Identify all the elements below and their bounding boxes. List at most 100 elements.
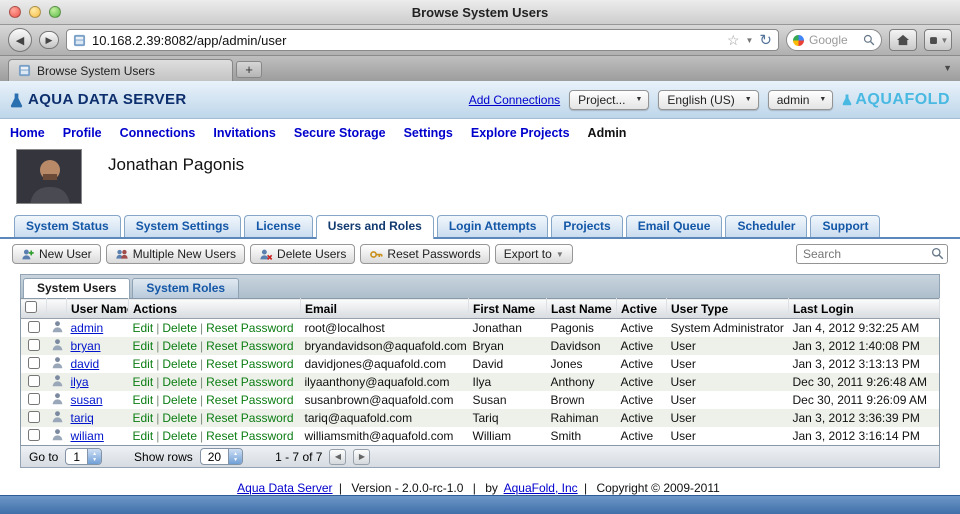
footer-company-link[interactable]: AquaFold, Inc bbox=[504, 481, 578, 495]
username-link[interactable]: tariq bbox=[71, 411, 94, 425]
reset-password-link[interactable]: Reset Password bbox=[206, 321, 293, 335]
back-button[interactable]: ◀ bbox=[8, 28, 32, 52]
username-link[interactable]: admin bbox=[71, 321, 104, 335]
nav-item-connections[interactable]: Connections bbox=[120, 126, 196, 140]
nav-item-invitations[interactable]: Invitations bbox=[213, 126, 276, 140]
row-checkbox[interactable] bbox=[28, 375, 40, 387]
reload-icon[interactable]: ↻ bbox=[759, 33, 772, 48]
footer-version: Version - 2.0.0-rc-1.0 bbox=[351, 481, 463, 495]
tab-system-settings[interactable]: System Settings bbox=[124, 215, 241, 237]
tab-overflow-chevron-icon[interactable]: ▼ bbox=[943, 63, 952, 73]
nav-item-secure-storage[interactable]: Secure Storage bbox=[294, 126, 386, 140]
search-magnifier-icon[interactable] bbox=[863, 34, 875, 46]
delete-users-button[interactable]: Delete Users bbox=[250, 244, 355, 264]
browser-tabstrip: Browse System Users + ▼ bbox=[0, 56, 960, 81]
select-arrows-icon[interactable]: ▲▼ bbox=[228, 449, 242, 464]
tab-scheduler[interactable]: Scheduler bbox=[725, 215, 807, 237]
export-to-button[interactable]: Export to ▼ bbox=[495, 244, 573, 264]
reset-password-link[interactable]: Reset Password bbox=[206, 429, 293, 443]
google-search-field[interactable]: Google bbox=[786, 29, 882, 51]
forward-button[interactable]: ▶ bbox=[39, 31, 59, 49]
select-all-checkbox[interactable] bbox=[25, 301, 37, 313]
edit-link[interactable]: Edit bbox=[133, 411, 154, 425]
reset-passwords-button[interactable]: Reset Passwords bbox=[360, 244, 489, 264]
first-name-cell: Susan bbox=[469, 391, 547, 409]
user-type-cell: User bbox=[667, 355, 789, 373]
tab-projects[interactable]: Projects bbox=[551, 215, 622, 237]
reset-password-link[interactable]: Reset Password bbox=[206, 375, 293, 389]
delete-link[interactable]: Delete bbox=[162, 321, 197, 335]
zoom-window-button[interactable] bbox=[49, 6, 61, 18]
subtab-system-users[interactable]: System Users bbox=[23, 278, 130, 298]
last-name-cell: Anthony bbox=[547, 373, 617, 391]
nav-item-admin[interactable]: Admin bbox=[588, 126, 627, 140]
user-select[interactable]: admin ▼ bbox=[768, 90, 834, 110]
show-rows-select[interactable]: 20 ▲▼ bbox=[200, 448, 243, 465]
delete-link[interactable]: Delete bbox=[162, 411, 197, 425]
language-select[interactable]: English (US) ▼ bbox=[658, 90, 758, 110]
row-checkbox[interactable] bbox=[28, 321, 40, 333]
edit-link[interactable]: Edit bbox=[133, 321, 154, 335]
footer-product-link[interactable]: Aqua Data Server bbox=[237, 481, 332, 495]
edit-link[interactable]: Edit bbox=[133, 375, 154, 389]
stepper-arrows-icon[interactable]: ▲▼ bbox=[87, 449, 101, 464]
reset-password-link[interactable]: Reset Password bbox=[206, 357, 293, 371]
username-link[interactable]: david bbox=[71, 357, 100, 371]
delete-link[interactable]: Delete bbox=[162, 393, 197, 407]
bookmark-star-icon[interactable]: ☆ bbox=[727, 33, 740, 47]
edit-link[interactable]: Edit bbox=[133, 357, 154, 371]
user-table-body: admin Edit|Delete|Reset Password root@lo… bbox=[21, 319, 940, 446]
new-user-button[interactable]: New User bbox=[12, 244, 101, 264]
add-connections-link[interactable]: Add Connections bbox=[469, 93, 560, 107]
row-checkbox[interactable] bbox=[28, 357, 40, 369]
minimize-window-button[interactable] bbox=[29, 6, 41, 18]
close-window-button[interactable] bbox=[9, 6, 21, 18]
url-bar[interactable]: 10.168.2.39:8082/app/admin/user ☆ ▼ ↻ bbox=[66, 29, 779, 51]
url-dropdown-chevron-icon[interactable]: ▼ bbox=[746, 36, 754, 45]
edit-link[interactable]: Edit bbox=[133, 429, 154, 443]
active-cell: Active bbox=[617, 337, 667, 355]
project-select[interactable]: Project... ▼ bbox=[569, 90, 649, 110]
tab-system-status[interactable]: System Status bbox=[14, 215, 121, 237]
edit-link[interactable]: Edit bbox=[133, 393, 154, 407]
row-checkbox[interactable] bbox=[28, 411, 40, 423]
reset-password-link[interactable]: Reset Password bbox=[206, 339, 293, 353]
tab-support[interactable]: Support bbox=[810, 215, 880, 237]
username-link[interactable]: ilya bbox=[71, 375, 89, 389]
tab-login-attempts[interactable]: Login Attempts bbox=[437, 215, 549, 237]
delete-link[interactable]: Delete bbox=[162, 375, 197, 389]
toolbar-search-magnifier-icon[interactable] bbox=[931, 247, 944, 260]
tab-users-and-roles[interactable]: Users and Roles bbox=[316, 215, 434, 239]
nav-item-profile[interactable]: Profile bbox=[63, 126, 102, 140]
row-checkbox[interactable] bbox=[28, 339, 40, 351]
reset-password-link[interactable]: Reset Password bbox=[206, 411, 293, 425]
tab-license[interactable]: License bbox=[244, 215, 313, 237]
nav-item-settings[interactable]: Settings bbox=[404, 126, 453, 140]
multiple-new-users-button[interactable]: Multiple New Users bbox=[106, 244, 245, 264]
username-link[interactable]: wiliam bbox=[71, 429, 104, 443]
window-title: Browse System Users bbox=[0, 5, 960, 20]
new-tab-button[interactable]: + bbox=[236, 61, 262, 78]
tab-email-queue[interactable]: Email Queue bbox=[626, 215, 723, 237]
prev-page-button[interactable]: ◀ bbox=[329, 449, 346, 465]
delete-link[interactable]: Delete bbox=[162, 357, 197, 371]
next-page-button[interactable]: ▶ bbox=[353, 449, 370, 465]
row-checkbox[interactable] bbox=[28, 393, 40, 405]
delete-link[interactable]: Delete bbox=[162, 339, 197, 353]
profile-section: Jonathan Pagonis bbox=[0, 146, 960, 212]
search-input[interactable] bbox=[796, 244, 948, 264]
tools-menu-button[interactable]: ▼ bbox=[924, 29, 952, 51]
subtab-system-roles[interactable]: System Roles bbox=[132, 278, 239, 298]
edit-link[interactable]: Edit bbox=[133, 339, 154, 353]
home-button[interactable] bbox=[889, 29, 917, 51]
reset-password-link[interactable]: Reset Password bbox=[206, 393, 293, 407]
delete-link[interactable]: Delete bbox=[162, 429, 197, 443]
app-logo: AQUA DATA SERVER bbox=[10, 91, 187, 108]
username-link[interactable]: bryan bbox=[71, 339, 101, 353]
nav-item-explore-projects[interactable]: Explore Projects bbox=[471, 126, 570, 140]
goto-page-stepper[interactable]: 1 ▲▼ bbox=[65, 448, 102, 465]
row-checkbox[interactable] bbox=[28, 429, 40, 441]
username-link[interactable]: susan bbox=[71, 393, 103, 407]
nav-item-home[interactable]: Home bbox=[10, 126, 45, 140]
browser-tab[interactable]: Browse System Users bbox=[8, 59, 233, 81]
